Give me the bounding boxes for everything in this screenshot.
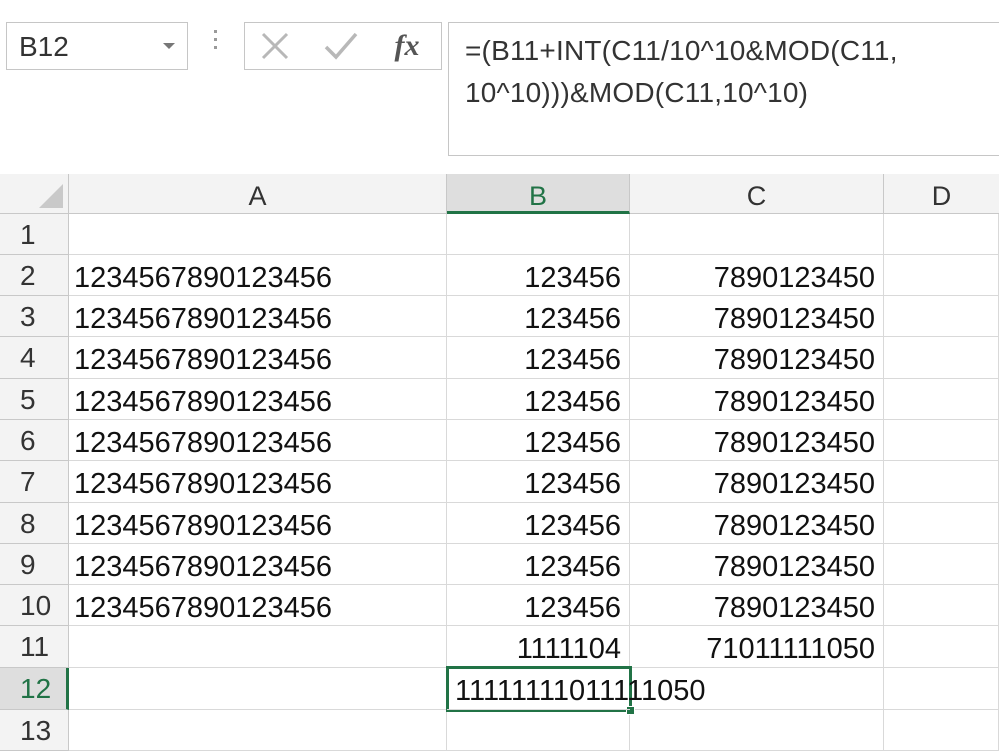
- cell-c4[interactable]: 7890123450: [630, 337, 884, 379]
- cell-c1[interactable]: [630, 214, 884, 255]
- cell-d3[interactable]: [884, 296, 999, 337]
- row-header-13[interactable]: 13: [0, 710, 69, 751]
- cell-c5[interactable]: 7890123450: [630, 379, 884, 420]
- column-header-c[interactable]: C: [630, 174, 884, 214]
- cell-c8[interactable]: 7890123450: [630, 503, 884, 544]
- cell-b8[interactable]: 123456: [447, 503, 630, 544]
- cell-a2[interactable]: 1234567890123456: [69, 255, 447, 296]
- select-all-triangle-icon: [39, 184, 63, 208]
- cell-d13[interactable]: [884, 710, 999, 751]
- formula-line-1[interactable]: =(B11+INT(C11/10^10&MOD(C11,: [465, 35, 898, 67]
- column-header-d[interactable]: D: [884, 174, 999, 214]
- cell-c6[interactable]: 7890123450: [630, 420, 884, 461]
- name-box[interactable]: B12: [6, 22, 188, 70]
- cell-c9[interactable]: 7890123450: [630, 544, 884, 585]
- cell-d8[interactable]: [884, 503, 999, 544]
- cell-b5[interactable]: 123456: [447, 379, 630, 420]
- cell-d10[interactable]: [884, 585, 999, 626]
- cell-a1[interactable]: [69, 214, 447, 255]
- column-header-a[interactable]: A: [69, 174, 447, 214]
- formula-bar-area: B12 fx =(B11+INT(C11/10^10&MOD(C11, 10^1…: [0, 0, 999, 174]
- cell-c10[interactable]: 7890123450: [630, 585, 884, 626]
- row-header-12[interactable]: 12: [0, 668, 69, 710]
- cell-b6[interactable]: 123456: [447, 420, 630, 461]
- cell-d9[interactable]: [884, 544, 999, 585]
- row-header-3[interactable]: 3: [0, 296, 69, 337]
- chevron-down-icon[interactable]: [163, 43, 175, 49]
- insert-function-button[interactable]: fx: [385, 27, 429, 65]
- row-header-8[interactable]: 8: [0, 503, 69, 544]
- cell-b1[interactable]: [447, 214, 630, 255]
- cell-b13[interactable]: [447, 710, 630, 751]
- cell-a3[interactable]: 1234567890123456: [69, 296, 447, 337]
- cell-a7[interactable]: 1234567890123456: [69, 461, 447, 503]
- formula-buttons: fx: [244, 22, 442, 70]
- cell-d11[interactable]: [884, 626, 999, 668]
- cell-c7[interactable]: 7890123450: [630, 461, 884, 503]
- cell-d12[interactable]: [884, 668, 999, 710]
- row-header-7[interactable]: 7: [0, 461, 69, 503]
- cell-d5[interactable]: [884, 379, 999, 420]
- row-header-5[interactable]: 5: [0, 379, 69, 420]
- row-header-6[interactable]: 6: [0, 420, 69, 461]
- row-header-10[interactable]: 10: [0, 585, 69, 626]
- column-header-b[interactable]: B: [447, 174, 630, 214]
- cell-d6[interactable]: [884, 420, 999, 461]
- formula-input[interactable]: =(B11+INT(C11/10^10&MOD(C11, 10^10)))&MO…: [448, 22, 999, 156]
- cell-b7[interactable]: 123456: [447, 461, 630, 503]
- fx-icon[interactable]: fx: [395, 29, 420, 63]
- cell-b10[interactable]: 123456: [447, 585, 630, 626]
- row-header-4[interactable]: 4: [0, 337, 69, 379]
- row-header-2[interactable]: 2: [0, 255, 69, 296]
- cell-c13[interactable]: [630, 710, 884, 751]
- cell-a4[interactable]: 1234567890123456: [69, 337, 447, 379]
- row-header-9[interactable]: 9: [0, 544, 69, 585]
- cell-a11[interactable]: [69, 626, 447, 668]
- cell-b9[interactable]: 123456: [447, 544, 630, 585]
- cell-c3[interactable]: 7890123450: [630, 296, 884, 337]
- cell-d2[interactable]: [884, 255, 999, 296]
- formula-line-2[interactable]: 10^10)))&MOD(C11,10^10): [465, 77, 808, 109]
- cell-b3[interactable]: 123456: [447, 296, 630, 337]
- checkmark-icon[interactable]: [319, 27, 363, 65]
- cell-a8[interactable]: 1234567890123456: [69, 503, 447, 544]
- cell-d1[interactable]: [884, 214, 999, 255]
- row-header-11[interactable]: 11: [0, 626, 69, 668]
- drag-handle-icon[interactable]: [212, 30, 218, 58]
- cell-a13[interactable]: [69, 710, 447, 751]
- cell-a12[interactable]: [69, 668, 447, 710]
- cell-c2[interactable]: 7890123450: [630, 255, 884, 296]
- cell-b2[interactable]: 123456: [447, 255, 630, 296]
- cell-a5[interactable]: 1234567890123456: [69, 379, 447, 420]
- row-header-1[interactable]: 1: [0, 214, 69, 255]
- select-all-button[interactable]: [0, 174, 69, 214]
- x-icon[interactable]: [253, 27, 297, 65]
- cell-a6[interactable]: 1234567890123456: [69, 420, 447, 461]
- cell-b4[interactable]: 123456: [447, 337, 630, 379]
- cell-d4[interactable]: [884, 337, 999, 379]
- cell-a9[interactable]: 1234567890123456: [69, 544, 447, 585]
- cell-b11[interactable]: 1111104: [447, 626, 630, 668]
- name-box-value[interactable]: B12: [19, 31, 69, 63]
- cell-c11[interactable]: 71011111050: [630, 626, 884, 668]
- cell-a10[interactable]: 1234567890123456: [69, 585, 447, 626]
- cell-b12[interactable]: 11111111011111050: [447, 668, 706, 710]
- cell-d7[interactable]: [884, 461, 999, 503]
